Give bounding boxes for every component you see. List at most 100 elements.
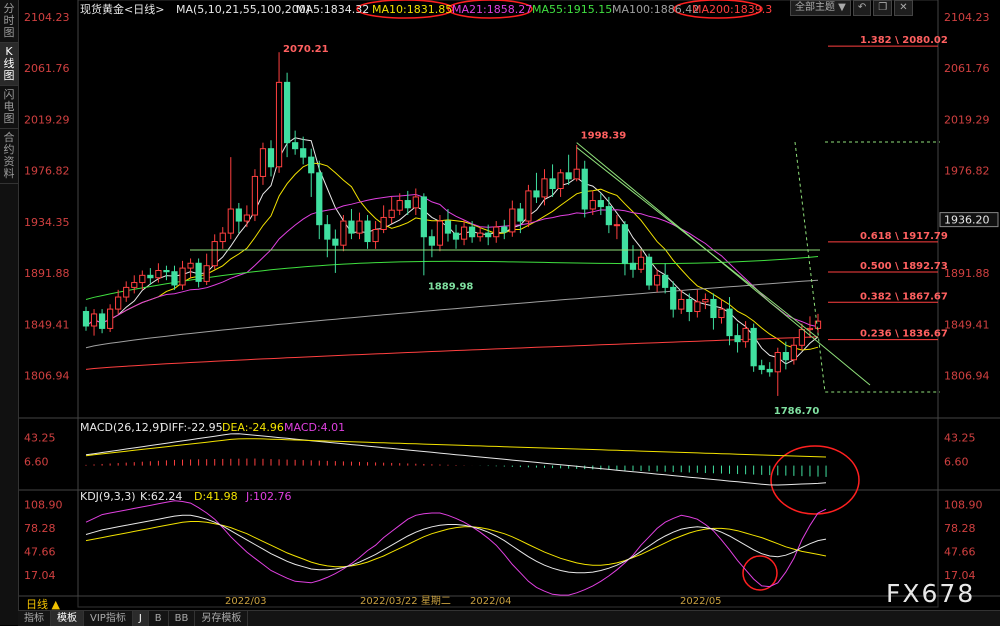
kdj-k-line — [85, 514, 827, 574]
y-tick-label-right: 1976.82 — [944, 165, 990, 178]
fib-level-label: 0.382 \ 1867.67 — [860, 291, 948, 302]
ma-legend-item: MA21:1858.27 — [452, 3, 532, 16]
ma-legend-item: MA100:1886.42 — [612, 3, 699, 16]
sidebar-tab-contract-info[interactable]: 合约资料 — [0, 129, 18, 184]
candle-body — [806, 327, 814, 331]
candle-body — [766, 368, 773, 373]
candle-body — [710, 298, 717, 319]
candle-body — [115, 296, 122, 310]
candle-body — [444, 220, 452, 234]
macd-y-tick-right: 6.60 — [944, 455, 969, 468]
fib-level-label: 0.500 \ 1892.73 — [860, 261, 948, 272]
kdj-j-line — [85, 500, 827, 596]
candle-body — [90, 313, 98, 327]
candle-body — [404, 200, 411, 209]
candle-body — [275, 81, 283, 168]
ma-params-label: MA(5,10,21,55,100,200) — [176, 3, 310, 16]
candle-body — [629, 262, 637, 270]
chart-stage[interactable]: 2070.21 1998.39 1889.98 1786.70 1.382 \ 2080… — [0, 0, 1000, 625]
candle-body — [219, 232, 226, 243]
x-tick-label: 2022/05 — [680, 596, 722, 607]
candle-body — [742, 327, 749, 343]
macd-y-tick-left: 43.25 — [24, 432, 56, 445]
tab-vip-indicator[interactable]: VIP指标 — [84, 611, 133, 626]
tab-save-template[interactable]: 另存模板 — [195, 611, 249, 626]
candle-body — [557, 172, 564, 189]
restore-icon[interactable]: ❐ — [873, 0, 893, 16]
candle-body — [139, 274, 146, 284]
tab-b[interactable]: B — [149, 611, 169, 626]
candle-body — [645, 256, 653, 286]
candle-body — [702, 298, 709, 303]
sidebar-tab-timeshare[interactable]: 分时图 — [0, 0, 18, 43]
candle-body — [300, 148, 307, 158]
candle-body — [565, 172, 572, 180]
candle-body — [348, 220, 355, 234]
candle-body — [694, 301, 701, 313]
sidebar-tab-kline[interactable]: K线图 — [0, 43, 18, 86]
sidebar-tab-lightning[interactable]: 闪电图 — [0, 86, 18, 129]
candle-body — [573, 168, 580, 180]
price-annotation: 2070.21 — [283, 44, 329, 55]
candle-body — [517, 208, 524, 222]
ma-legend-item: MA55:1915.15 — [532, 3, 612, 16]
candle-body — [621, 224, 629, 264]
ma-legend-item: MA200:1839.3 — [692, 3, 772, 16]
candle-body — [187, 262, 194, 269]
kdj-y-tick-right: 47.66 — [944, 546, 976, 559]
y-tick-label-left: 1849.41 — [24, 318, 70, 331]
y-tick-label-right: 2104.23 — [944, 11, 990, 24]
candle-body — [726, 308, 733, 337]
instrument-title: 现货黄金<日线> — [80, 2, 164, 16]
candle-body — [734, 335, 741, 343]
candle-body — [758, 365, 765, 370]
kdj-params-label: KDJ(9,3,3) — [80, 490, 136, 503]
ma-line-ma21 — [85, 193, 819, 328]
candle-body — [654, 274, 661, 286]
candle-body — [171, 271, 178, 286]
candle-body — [493, 226, 500, 238]
fib-level-label: 0.618 \ 1917.79 — [860, 231, 948, 242]
bottom-tabbar: 指标 模板 VIP指标 J B BB 另存模板 — [18, 610, 1000, 626]
candle-body — [468, 226, 476, 238]
candle-body — [790, 344, 797, 361]
y-tick-label-right: 1806.94 — [944, 370, 990, 383]
ma-legend-item: MA10:1831.85 — [372, 3, 452, 16]
price-annotation: 1786.70 — [774, 406, 820, 417]
candle-body — [581, 168, 588, 210]
fib-level-label: 0.236 \ 1836.67 — [860, 329, 948, 340]
sidebar: 分时图 K线图 闪电图 合约资料 — [0, 0, 19, 625]
candle-body — [147, 274, 154, 279]
candle-body — [605, 206, 612, 226]
candle-body — [380, 216, 387, 231]
candle-body — [485, 232, 492, 238]
tab-bb[interactable]: BB — [169, 611, 196, 626]
tab-template[interactable]: 模板 — [51, 611, 84, 626]
chart-canvas[interactable]: 2070.21 1998.39 1889.98 1786.70 1.382 \ 2080… — [0, 0, 1000, 625]
ma-line-ma10 — [85, 162, 819, 351]
close-icon[interactable]: ✕ — [894, 0, 913, 16]
ma-line-ma200 — [85, 336, 819, 370]
kdj-y-tick-left: 17.04 — [24, 569, 56, 582]
tab-j[interactable]: J — [132, 611, 149, 626]
tab-indicator[interactable]: 指标 — [18, 611, 51, 626]
candle-body — [613, 224, 621, 227]
candle-body — [541, 178, 548, 198]
top-toolbar: 全部主题 ▼ ↶ ❐ ✕ — [790, 0, 913, 16]
y-tick-label-left: 1891.88 — [24, 267, 70, 280]
undo-icon[interactable]: ↶ — [852, 0, 872, 16]
candle-body — [332, 238, 339, 246]
candle-body — [123, 286, 130, 298]
theme-selector[interactable]: 全部主题 ▼ — [790, 0, 851, 16]
candle-body — [372, 229, 379, 243]
macd-dea-label: DEA:-24.96 — [222, 421, 284, 434]
candle-body — [686, 298, 693, 313]
candle-body — [525, 190, 532, 222]
kdj-y-tick-left: 78.28 — [24, 522, 56, 535]
candle-body — [412, 196, 419, 209]
candle-body — [283, 81, 291, 144]
fib-level-label: 1.382 \ 2080.02 — [860, 35, 948, 46]
candle-body — [98, 313, 106, 329]
candle-body — [396, 200, 403, 211]
y-tick-label-left: 1976.82 — [24, 165, 70, 178]
